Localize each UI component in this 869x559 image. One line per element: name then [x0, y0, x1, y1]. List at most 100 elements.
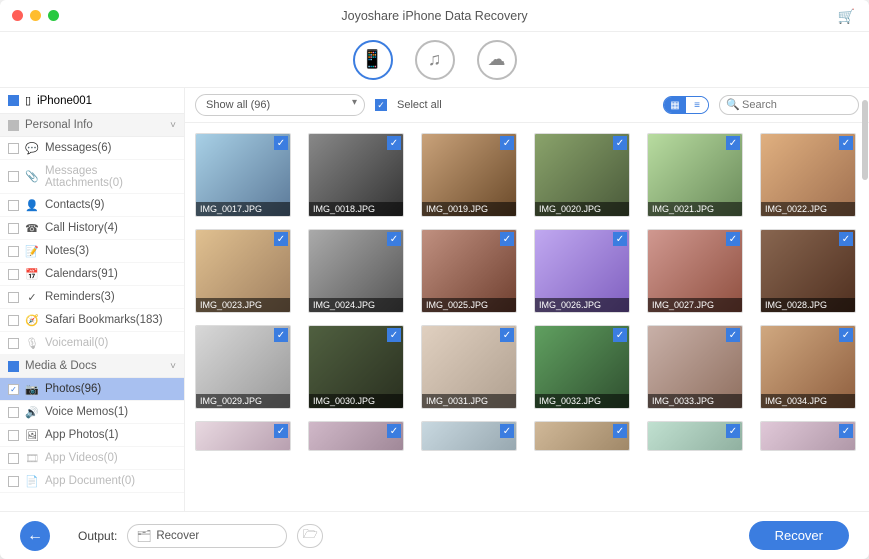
photo-thumbnail[interactable]: IMG_0028.JPG: [760, 229, 856, 313]
thumbnail-checkbox[interactable]: [839, 136, 853, 150]
thumbnail-checkbox[interactable]: [274, 136, 288, 150]
photo-thumbnail[interactable]: IMG_0029.JPG: [195, 325, 291, 409]
thumbnail-checkbox[interactable]: [726, 136, 740, 150]
sidebar-item[interactable]: 📝Notes(3): [0, 240, 184, 263]
photo-thumbnail[interactable]: IMG_0022.JPG: [760, 133, 856, 217]
thumbnail-checkbox[interactable]: [387, 424, 401, 438]
item-checkbox[interactable]: [8, 223, 19, 234]
sidebar-item[interactable]: 🧭Safari Bookmarks(183): [0, 309, 184, 332]
item-checkbox[interactable]: [8, 200, 19, 211]
item-checkbox[interactable]: [8, 384, 19, 395]
thumbnail-checkbox[interactable]: [613, 424, 627, 438]
item-checkbox[interactable]: [8, 143, 19, 154]
photo-thumbnail[interactable]: IMG_0026.JPG: [534, 229, 630, 313]
minimize-dot[interactable]: [30, 10, 41, 21]
back-button[interactable]: ←: [20, 521, 50, 551]
item-label: Messages(6): [45, 142, 111, 154]
item-checkbox[interactable]: [8, 315, 19, 326]
item-checkbox[interactable]: [8, 407, 19, 418]
thumbnail-checkbox[interactable]: [839, 424, 853, 438]
photo-thumbnail[interactable]: IMG_0024.JPG: [308, 229, 404, 313]
scrollbar-thumb[interactable]: [862, 100, 868, 180]
photo-thumbnail[interactable]: IMG_0030.JPG: [308, 325, 404, 409]
mode-device-button[interactable]: 📱: [353, 40, 393, 80]
thumbnail-checkbox[interactable]: [387, 328, 401, 342]
photo-thumbnail[interactable]: [647, 421, 743, 451]
thumbnail-checkbox[interactable]: [726, 232, 740, 246]
select-all-checkbox[interactable]: [375, 99, 387, 111]
photo-thumbnail[interactable]: IMG_0027.JPG: [647, 229, 743, 313]
photo-thumbnail[interactable]: IMG_0031.JPG: [421, 325, 517, 409]
search-input[interactable]: [719, 95, 859, 115]
item-checkbox[interactable]: [8, 338, 19, 349]
photo-thumbnail[interactable]: IMG_0032.JPG: [534, 325, 630, 409]
photo-thumbnail[interactable]: [195, 421, 291, 451]
thumbnail-checkbox[interactable]: [274, 232, 288, 246]
photo-thumbnail[interactable]: [760, 421, 856, 451]
thumbnail-checkbox[interactable]: [500, 136, 514, 150]
cart-icon[interactable]: 🛒: [838, 8, 855, 25]
item-label: Safari Bookmarks(183): [45, 314, 163, 326]
sidebar-item[interactable]: 💬Messages(6): [0, 137, 184, 160]
zoom-dot[interactable]: [48, 10, 59, 21]
sidebar-item[interactable]: 📅Calendars(91): [0, 263, 184, 286]
sidebar-item[interactable]: 👤Contacts(9): [0, 194, 184, 217]
close-dot[interactable]: [12, 10, 23, 21]
sidebar-item[interactable]: ✓Reminders(3): [0, 286, 184, 309]
photo-thumbnail[interactable]: [421, 421, 517, 451]
thumbnail-checkbox[interactable]: [613, 136, 627, 150]
list-view-button[interactable]: ≡: [686, 97, 708, 113]
thumbnail-checkbox[interactable]: [500, 328, 514, 342]
photo-thumbnail[interactable]: IMG_0020.JPG: [534, 133, 630, 217]
output-path-field[interactable]: 🗂 Recover: [127, 524, 287, 548]
thumbnail-checkbox[interactable]: [726, 424, 740, 438]
sidebar-item[interactable]: ☎Call History(4): [0, 217, 184, 240]
photo-thumbnail[interactable]: IMG_0018.JPG: [308, 133, 404, 217]
item-label: Photos(96): [45, 383, 101, 395]
device-row[interactable]: ▯ iPhone001: [0, 88, 184, 114]
category-title: Media & Docs: [25, 360, 97, 372]
browse-folder-button[interactable]: 🗁: [297, 524, 323, 548]
photo-thumbnail[interactable]: [308, 421, 404, 451]
thumbnail-checkbox[interactable]: [274, 328, 288, 342]
recover-button[interactable]: Recover: [749, 521, 849, 550]
category-header[interactable]: Media & Docs˅: [0, 355, 184, 378]
thumbnail-checkbox[interactable]: [839, 328, 853, 342]
thumbnail-checkbox[interactable]: [500, 232, 514, 246]
mode-icloud-button[interactable]: ☁: [477, 40, 517, 80]
photo-thumbnail[interactable]: IMG_0025.JPG: [421, 229, 517, 313]
thumbnail-checkbox[interactable]: [613, 232, 627, 246]
photo-thumbnail[interactable]: IMG_0021.JPG: [647, 133, 743, 217]
thumbnail-filename: IMG_0024.JPG: [309, 298, 403, 312]
thumbnail-checkbox[interactable]: [387, 136, 401, 150]
thumbnail-checkbox[interactable]: [387, 232, 401, 246]
grid-view-button[interactable]: ▦: [664, 97, 686, 113]
mode-itunes-button[interactable]: ♫: [415, 40, 455, 80]
item-checkbox[interactable]: [8, 453, 19, 464]
item-checkbox[interactable]: [8, 292, 19, 303]
sidebar-item[interactable]: 🖼App Photos(1): [0, 424, 184, 447]
thumbnail-checkbox[interactable]: [613, 328, 627, 342]
thumbnail-checkbox[interactable]: [839, 232, 853, 246]
device-indicator-icon: [8, 95, 19, 106]
thumbnail-checkbox[interactable]: [726, 328, 740, 342]
thumbnail-checkbox[interactable]: [500, 424, 514, 438]
photo-thumbnail[interactable]: IMG_0033.JPG: [647, 325, 743, 409]
item-checkbox[interactable]: [8, 171, 19, 182]
photo-thumbnail[interactable]: IMG_0023.JPG: [195, 229, 291, 313]
filter-select[interactable]: Show all (96): [195, 94, 365, 116]
item-checkbox[interactable]: [8, 430, 19, 441]
item-checkbox[interactable]: [8, 269, 19, 280]
scrollbar-track[interactable]: [861, 100, 868, 499]
item-checkbox[interactable]: [8, 476, 19, 487]
photo-thumbnail[interactable]: [534, 421, 630, 451]
photo-thumbnail[interactable]: IMG_0019.JPG: [421, 133, 517, 217]
sidebar-item[interactable]: 🔊Voice Memos(1): [0, 401, 184, 424]
photo-thumbnail[interactable]: IMG_0017.JPG: [195, 133, 291, 217]
photo-thumbnail[interactable]: IMG_0034.JPG: [760, 325, 856, 409]
item-checkbox[interactable]: [8, 246, 19, 257]
item-icon: ☎: [25, 222, 39, 235]
sidebar-item[interactable]: 📷Photos(96): [0, 378, 184, 401]
thumbnail-checkbox[interactable]: [274, 424, 288, 438]
category-header[interactable]: Personal Info˅: [0, 114, 184, 137]
